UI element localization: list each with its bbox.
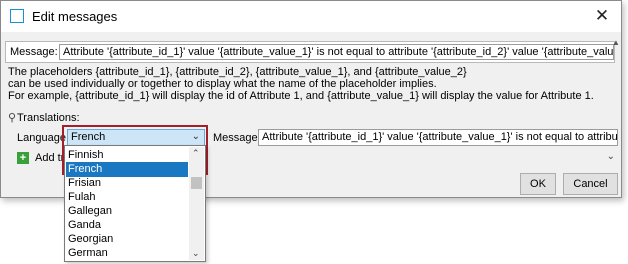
scrollbar-thumb[interactable] (191, 177, 202, 189)
add-translation-label: Add tr (35, 152, 65, 164)
ok-button[interactable]: OK (520, 173, 556, 195)
message-input[interactable]: Attribute '{attribute_id_1}' value '{att… (59, 44, 614, 60)
add-icon: + (17, 152, 29, 165)
chevron-down-icon[interactable]: ⌄ (607, 151, 615, 162)
cancel-button[interactable]: Cancel (563, 173, 618, 195)
dropdown-option-selected[interactable]: French (66, 162, 188, 177)
add-translation-button[interactable]: + Add tr (17, 152, 65, 165)
translation-message-input[interactable]: Attribute '{attribute_id_1}' value '{att… (258, 129, 618, 146)
close-icon[interactable]: ✕ (583, 1, 621, 32)
scroll-down-icon[interactable]: ⌄ (192, 248, 200, 259)
dropdown-option[interactable]: Gallegan (66, 204, 188, 219)
pin-icon: ⚲ (8, 112, 17, 124)
help-line: For example, {attribute_id_1} will displ… (8, 90, 594, 102)
dropdown-option[interactable]: German (66, 246, 188, 261)
dropdown-option[interactable]: Ganda (66, 218, 188, 233)
window-title: Edit messages (32, 9, 118, 24)
translations-header[interactable]: ⚲Translations: (8, 111, 80, 124)
title-bar: Edit messages ✕ (1, 1, 621, 32)
window-icon (10, 9, 24, 23)
dropdown-option[interactable]: Fulah (66, 190, 188, 205)
language-dropdown-list[interactable]: Finnish French Frisian Fulah Gallegan Ga… (64, 145, 206, 262)
help-line: can be used individually or together to … (8, 78, 437, 90)
message-label: Message: (10, 46, 58, 58)
scroll-up-icon[interactable]: ⌃ (192, 148, 200, 159)
dropdown-scrollbar[interactable]: ⌃ ⌄ (189, 147, 204, 260)
message-row: Message: Attribute '{attribute_id_1}' va… (5, 41, 615, 63)
translation-message-label: Message: (213, 132, 261, 144)
dropdown-option[interactable]: Frisian (66, 176, 188, 191)
scroll-up-icon[interactable]: ▲ (612, 38, 622, 48)
dropdown-option[interactable]: Georgian (66, 232, 188, 247)
help-line: The placeholders {attribute_id_1}, {attr… (8, 66, 467, 78)
dropdown-option[interactable]: Finnish (66, 148, 188, 163)
help-text: The placeholders {attribute_id_1}, {attr… (8, 66, 594, 102)
translations-label: Translations: (17, 112, 80, 124)
